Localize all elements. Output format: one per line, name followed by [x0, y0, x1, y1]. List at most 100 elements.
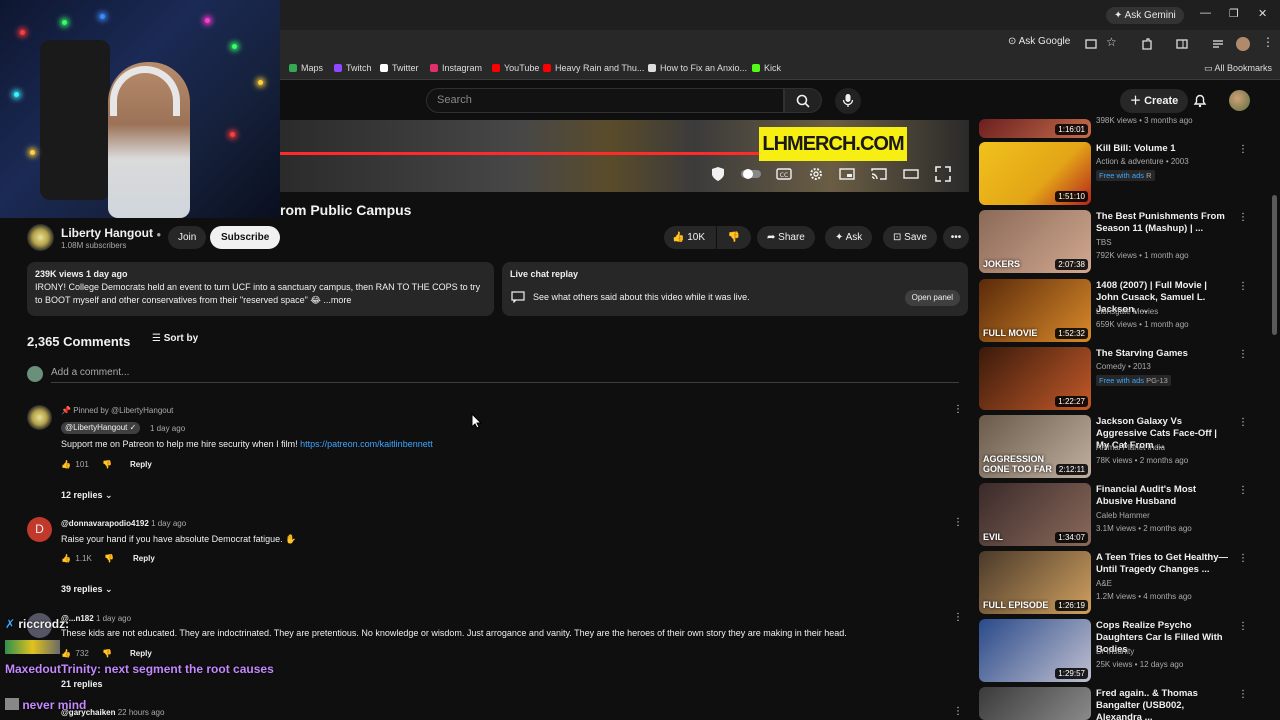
create-button[interactable]: ＋ Create: [1120, 89, 1189, 113]
video-progress-bar[interactable]: [280, 152, 760, 155]
comment-like-button[interactable]: 👍 101: [61, 460, 89, 469]
recommendation-thumbnail[interactable]: JOKERS 2:07:38: [979, 210, 1091, 273]
bookmark-item[interactable]: Instagram: [430, 63, 482, 73]
ask-button[interactable]: ✦ Ask: [825, 226, 873, 249]
comment-dislike-button[interactable]: 👎: [102, 649, 112, 658]
sort-by-button[interactable]: ☰ Sort by: [152, 333, 198, 344]
comment-dislike-button[interactable]: 👎: [104, 554, 114, 563]
comment-avatar[interactable]: [27, 405, 52, 430]
recommendation-menu-icon[interactable]: ⋮: [1238, 349, 1248, 360]
description-box[interactable]: 239K views 1 day ago IRONY! College Demo…: [27, 262, 494, 316]
bookmark-item[interactable]: Twitter: [380, 63, 419, 73]
cast-icon[interactable]: [871, 166, 887, 182]
ask-gemini-button[interactable]: ✦ Ask Gemini: [1106, 7, 1184, 24]
fullscreen-icon[interactable]: [935, 166, 951, 182]
recommendation-menu-icon[interactable]: ⋮: [1238, 485, 1248, 496]
menu-icon[interactable]: ⋮: [1262, 35, 1276, 49]
comment-reply-button[interactable]: Reply: [133, 554, 155, 563]
bookmark-item[interactable]: How to Fix an Anxio...: [648, 63, 747, 73]
recommendation-thumbnail[interactable]: AGGRESSION GONE TOO FAR 2:12:11: [979, 415, 1091, 478]
all-bookmarks-button[interactable]: ▭ All Bookmarks: [1204, 63, 1272, 74]
bookmark-item[interactable]: Twitch: [334, 63, 372, 73]
microphone-icon: [842, 94, 854, 107]
autoplay-toggle-icon[interactable]: [740, 166, 762, 182]
view-replies-button[interactable]: 12 replies ⌄: [61, 490, 113, 501]
comment-reply-button[interactable]: Reply: [130, 649, 152, 658]
recommendation-thumbnail[interactable]: 1:51:10: [979, 142, 1091, 205]
patreon-link[interactable]: https://patreon.com/kaitlinbennett: [300, 439, 433, 449]
minimize-icon[interactable]: —: [1200, 7, 1211, 19]
save-button[interactable]: ⊡ Save: [883, 226, 937, 249]
recommendation-menu-icon[interactable]: ⋮: [1238, 553, 1248, 564]
captions-icon[interactable]: CC: [776, 166, 792, 182]
bookmark-item[interactable]: Maps: [289, 63, 323, 73]
recommendation-thumbnail[interactable]: 1:16:01: [979, 119, 1091, 138]
share-button[interactable]: ➦ Share: [757, 226, 815, 249]
recommendation-thumbnail[interactable]: [979, 687, 1091, 720]
search-input[interactable]: Search: [426, 88, 784, 113]
view-replies-button[interactable]: 39 replies ⌄: [61, 584, 113, 595]
recommendation-thumbnail[interactable]: EVIL 1:34:07: [979, 483, 1091, 546]
comment-menu-icon[interactable]: ⋮: [953, 404, 963, 416]
account-avatar[interactable]: [1229, 90, 1250, 111]
comment-like-button[interactable]: 👍 1.1K: [61, 554, 92, 563]
theater-mode-icon[interactable]: [903, 166, 919, 182]
star-icon[interactable]: ☆: [1106, 35, 1120, 49]
add-comment-input[interactable]: Add a comment...: [51, 367, 959, 383]
settings-gear-icon[interactable]: [808, 166, 824, 182]
recommendation-thumbnail[interactable]: FULL MOVIE 1:52:32: [979, 279, 1091, 342]
recommendation-title[interactable]: Kill Bill: Volume 1: [1096, 143, 1232, 155]
shield-icon[interactable]: [710, 166, 726, 182]
comment-reply-button[interactable]: Reply: [130, 460, 152, 469]
recommendation-title[interactable]: The Starving Games: [1096, 348, 1232, 360]
thumbs-down-icon: 👎: [727, 232, 741, 243]
comment-avatar[interactable]: D: [27, 517, 52, 542]
subscribe-button[interactable]: Subscribe: [210, 226, 281, 249]
like-button[interactable]: 👍 10K: [664, 226, 716, 249]
recommendation-menu-icon[interactable]: ⋮: [1238, 689, 1248, 700]
reading-list-icon[interactable]: [1211, 37, 1225, 51]
bookmark-item[interactable]: YouTube: [492, 63, 539, 73]
recommendation-thumbnail[interactable]: 1:22:27: [979, 347, 1091, 410]
share-screen-icon[interactable]: [1084, 37, 1098, 51]
recommendation-menu-icon[interactable]: ⋮: [1238, 417, 1248, 428]
page-scrollbar[interactable]: [1272, 195, 1277, 335]
recommendation-title[interactable]: The Best Punishments From Season 11 (Mas…: [1096, 211, 1232, 235]
channel-avatar[interactable]: [27, 224, 54, 251]
recommendation-thumbnail[interactable]: FULL EPISODE 1:26:19: [979, 551, 1091, 614]
restore-icon[interactable]: ❐: [1229, 7, 1239, 20]
comment-dislike-button[interactable]: 👎: [102, 460, 112, 469]
comment-menu-icon[interactable]: ⋮: [953, 517, 963, 529]
recommendation-title[interactable]: Fred again.. & Thomas Bangalter (USB002,…: [1096, 688, 1232, 720]
search-button[interactable]: [784, 88, 822, 113]
dislike-button[interactable]: 👎: [717, 226, 751, 249]
channel-name[interactable]: Liberty Hangout ●: [61, 226, 161, 240]
comment-like-button[interactable]: 👍 732: [61, 649, 89, 658]
profile-avatar-icon[interactable]: [1236, 37, 1250, 51]
recommendation-menu-icon[interactable]: ⋮: [1238, 621, 1248, 632]
miniplayer-icon[interactable]: [839, 166, 855, 182]
recommendation-thumbnail[interactable]: 1:29:57: [979, 619, 1091, 682]
recommendation-menu-icon[interactable]: ⋮: [1238, 144, 1248, 155]
close-icon[interactable]: ✕: [1258, 7, 1267, 20]
ask-google-button[interactable]: ⊙ Ask Google: [1008, 36, 1070, 47]
bookmark-item[interactable]: Kick: [752, 63, 781, 73]
notifications-bell-icon[interactable]: [1192, 92, 1208, 108]
comment-menu-icon[interactable]: ⋮: [953, 612, 963, 624]
sidebar-icon[interactable]: [1175, 37, 1189, 51]
recommendation-title[interactable]: Financial Audit's Most Abusive Husband: [1096, 484, 1232, 508]
comment-menu-icon[interactable]: ⋮: [953, 706, 963, 718]
join-button[interactable]: Join: [168, 226, 207, 249]
video-title: rom Public Campus: [280, 202, 412, 218]
voice-search-button[interactable]: [835, 88, 861, 114]
recommendation-menu-icon[interactable]: ⋮: [1238, 281, 1248, 292]
recommendation-title[interactable]: A Teen Tries to Get Healthy—Until Traged…: [1096, 552, 1232, 576]
open-panel-button[interactable]: Open panel: [904, 290, 960, 306]
more-actions-button[interactable]: •••: [943, 226, 969, 249]
extensions-icon[interactable]: [1140, 37, 1154, 51]
bookmark-item[interactable]: Heavy Rain and Thu...: [543, 63, 644, 73]
recommendation-menu-icon[interactable]: ⋮: [1238, 212, 1248, 223]
more-horizontal-icon: •••: [950, 232, 962, 243]
view-replies-button[interactable]: 21 replies: [61, 679, 103, 689]
comment-author-tag[interactable]: @LibertyHangout ✓: [61, 422, 141, 434]
